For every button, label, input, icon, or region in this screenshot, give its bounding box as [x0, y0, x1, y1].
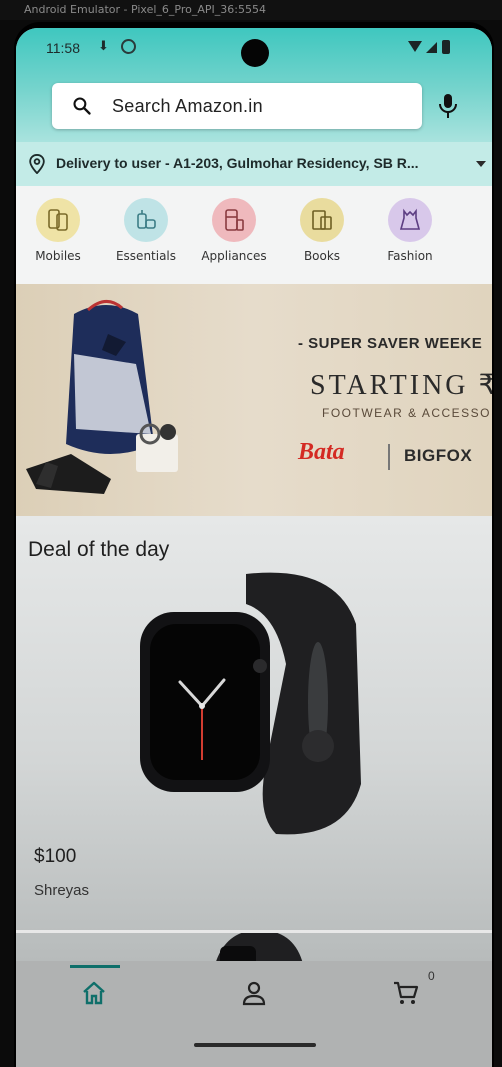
deal-seller: Shreyas	[34, 882, 90, 899]
delivery-bar[interactable]: Delivery to user - A1-203, Gulmohar Resi…	[16, 142, 492, 186]
backpack-and-accessories-image	[26, 300, 178, 494]
category-label: Mobiles	[35, 249, 81, 263]
section-title: Deal of the day	[28, 538, 170, 561]
appliances-icon	[212, 198, 256, 242]
category-mobiles[interactable]: Mobiles	[16, 198, 100, 263]
category-essentials[interactable]: Essentials	[104, 198, 188, 263]
app-screen: 11:58 ⬇ Search Amazon.in Delivery to use…	[16, 28, 492, 1067]
mic-icon[interactable]	[436, 92, 460, 120]
smartwatch-image[interactable]	[136, 564, 376, 844]
category-label: Books	[303, 249, 341, 263]
deal-price: $100	[34, 846, 77, 867]
search-icon	[73, 97, 91, 115]
promo-banner[interactable]: - SUPER SAVER WEEKE STARTING ₹ FOOTWEAR …	[16, 284, 492, 516]
banner-line3: FOOTWEAR & ACCESSO	[322, 406, 492, 420]
wifi-icon	[408, 41, 422, 52]
deal-of-the-day-section[interactable]: Deal of the day $100 Shreyas	[16, 516, 492, 961]
settings-icon	[121, 39, 136, 54]
category-books[interactable]: Books	[280, 198, 364, 263]
essentials-icon	[124, 198, 168, 242]
signal-icon	[426, 42, 437, 53]
cart-icon	[394, 981, 419, 1004]
brand-logo-bata: Bata	[298, 439, 345, 465]
active-tab-indicator	[70, 965, 120, 968]
category-label: Essentials	[115, 249, 177, 263]
search-input[interactable]: Search Amazon.in	[112, 96, 263, 117]
fashion-icon	[388, 198, 432, 242]
chevron-down-icon[interactable]	[476, 161, 486, 167]
camera-cutout	[241, 39, 269, 67]
gesture-home-bar[interactable]	[194, 1043, 316, 1047]
location-pin-icon	[29, 154, 45, 174]
category-label: Fashion	[387, 249, 433, 263]
search-bar[interactable]: Search Amazon.in	[52, 83, 422, 129]
cart-count-badge: 0	[428, 969, 435, 983]
delivery-address: Delivery to user - A1-203, Gulmohar Resi…	[56, 155, 419, 171]
mobile-phone-icon	[36, 198, 80, 242]
banner-line2: STARTING ₹	[310, 370, 492, 401]
battery-icon	[442, 40, 450, 54]
phone-frame: 11:58 ⬇ Search Amazon.in Delivery to use…	[14, 22, 494, 1067]
header: 11:58 ⬇ Search Amazon.in	[16, 28, 492, 142]
brand-divider	[388, 444, 390, 470]
nav-home[interactable]	[74, 973, 114, 1013]
status-time: 11:58	[46, 40, 80, 56]
category-fashion[interactable]: Fashion	[368, 198, 452, 263]
divider	[16, 930, 492, 933]
account-icon	[242, 981, 266, 1006]
home-icon	[83, 981, 105, 1005]
emulator-title: Android Emulator - Pixel_6_Pro_API_36:55…	[0, 0, 502, 20]
book-icon	[300, 198, 344, 242]
brand-logo-bigfox: BIGFOX	[404, 446, 473, 465]
bottom-nav: 0	[16, 961, 492, 1067]
category-strip: Mobiles Essentials Appliances Books Fash…	[16, 186, 492, 284]
banner-line1: - SUPER SAVER WEEKE	[298, 335, 483, 352]
nav-account[interactable]	[234, 973, 274, 1013]
category-appliances[interactable]: Appliances	[192, 198, 276, 263]
nav-cart[interactable]	[386, 973, 426, 1013]
category-label: Appliances	[201, 249, 267, 263]
download-icon: ⬇	[98, 38, 109, 53]
